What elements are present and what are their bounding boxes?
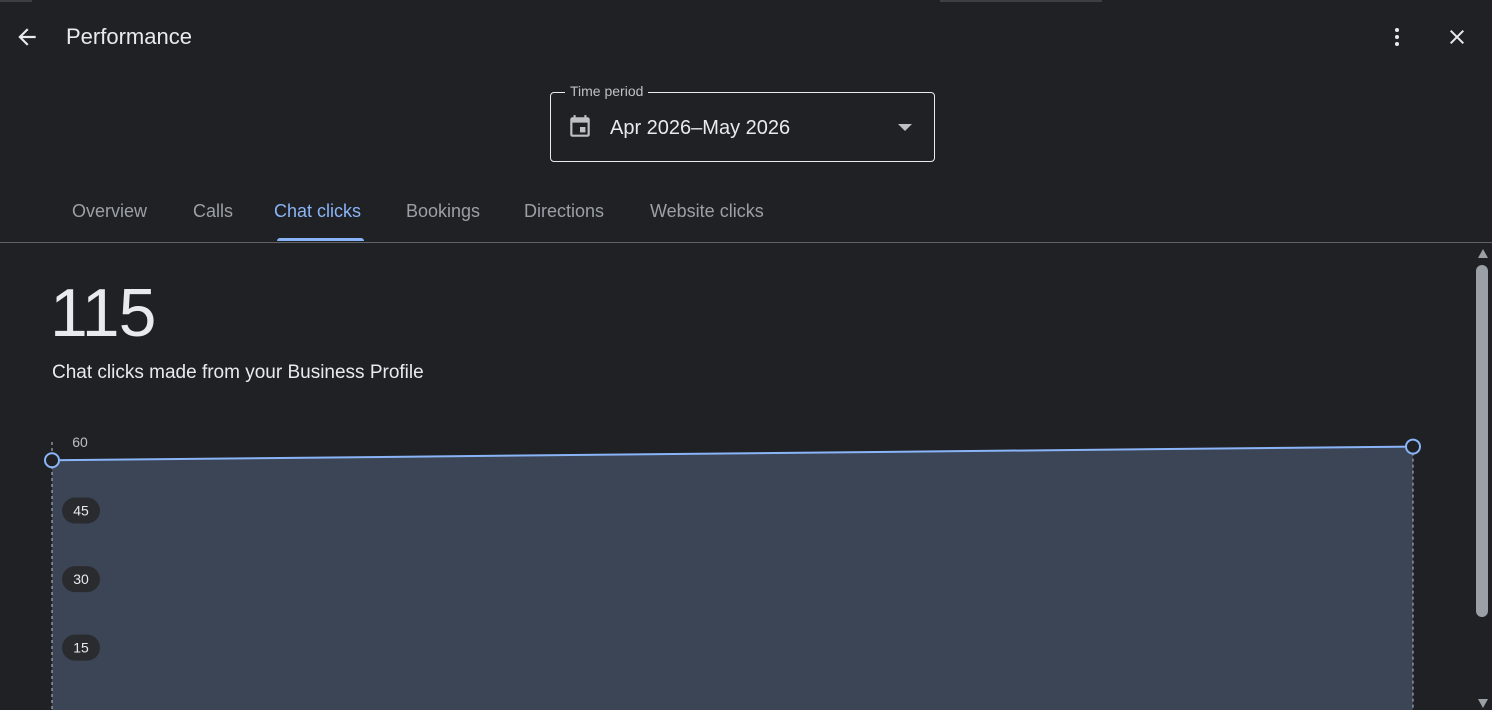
top-edge-divider (940, 0, 1102, 2)
tab-chat-clicks[interactable]: Chat clicks (274, 190, 361, 242)
scrollbar[interactable] (1472, 243, 1492, 710)
scrollbar-thumb[interactable] (1476, 265, 1488, 617)
more-options-button[interactable] (1379, 19, 1415, 55)
y-tick-label: 60 (72, 434, 88, 450)
data-point (44, 452, 60, 469)
chat-clicks-chart: 60 45 30 15 (44, 434, 1421, 710)
scroll-down-arrow-icon[interactable] (1478, 699, 1488, 708)
metric-description: Chat clicks made from your Business Prof… (52, 362, 424, 383)
y-tick-label: 45 (73, 503, 89, 519)
calendar-icon (570, 115, 590, 137)
time-period-value: Apr 2026–May 2026 (610, 117, 791, 139)
active-tab-indicator (277, 238, 364, 241)
more-vert-icon (1395, 28, 1399, 46)
arrow-back-icon (18, 28, 36, 46)
tab-bookings[interactable]: Bookings (406, 190, 480, 242)
back-button[interactable] (9, 19, 45, 55)
page-title: Performance (66, 24, 192, 49)
tab-overview[interactable]: Overview (72, 190, 147, 242)
scroll-up-arrow-icon[interactable] (1478, 249, 1488, 258)
close-icon (1450, 30, 1464, 44)
close-button[interactable] (1439, 19, 1475, 55)
y-tick-label: 15 (73, 640, 89, 656)
top-edge-divider (0, 0, 32, 2)
time-period-select[interactable]: Time period Apr 2026–May 2026 (550, 83, 935, 162)
performance-tabs: Overview Calls Chat clicks Bookings Dire… (0, 190, 1492, 243)
total-chat-clicks: 115 (50, 275, 156, 351)
tab-website-clicks[interactable]: Website clicks (650, 190, 764, 242)
y-tick-label: 30 (73, 571, 89, 587)
data-point (1405, 438, 1421, 455)
dropdown-arrow-icon (898, 124, 912, 131)
series-area (52, 446, 1413, 710)
top-app-bar: Performance (0, 0, 1492, 74)
tab-calls[interactable]: Calls (193, 190, 233, 242)
tab-directions[interactable]: Directions (524, 190, 604, 242)
time-period-label: Time period (565, 83, 649, 99)
